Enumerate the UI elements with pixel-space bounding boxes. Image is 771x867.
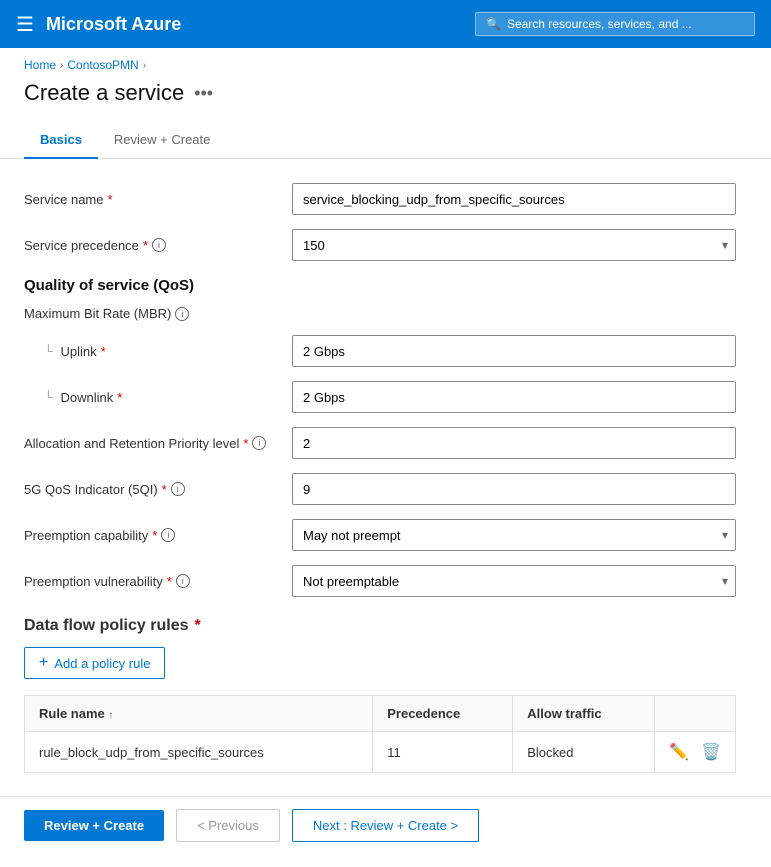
preemption-cap-select[interactable]: May not preempt (292, 519, 736, 551)
qos-section-header: Quality of service (QoS) (24, 277, 736, 294)
page-menu-icon[interactable]: ••• (194, 83, 213, 104)
preemption-cap-info-icon[interactable]: i (161, 528, 175, 542)
table-row: rule_block_udp_from_specific_sources 11 … (25, 732, 736, 773)
breadcrumb-parent[interactable]: ContosoPMN (67, 58, 138, 72)
arp-row: Allocation and Retention Priority level … (24, 427, 736, 459)
arp-label: Allocation and Retention Priority level … (24, 436, 284, 451)
add-policy-rule-button[interactable]: + Add a policy rule (24, 647, 165, 679)
breadcrumb-home[interactable]: Home (24, 58, 56, 72)
preemption-cap-label: Preemption capability * i (24, 528, 284, 543)
tab-review-create[interactable]: Review + Create (98, 122, 226, 159)
uplink-row: └ Uplink * (24, 335, 736, 367)
downlink-row: └ Downlink * (24, 381, 736, 413)
mbr-info-icon[interactable]: i (175, 307, 189, 321)
add-rule-label: Add a policy rule (54, 656, 150, 671)
main-content: Service name * Service precedence * i 15… (0, 159, 760, 797)
plus-icon: + (39, 654, 48, 672)
policy-rules-header: Data flow policy rules * (24, 617, 736, 635)
breadcrumb-sep2: › (143, 60, 146, 71)
arp-info-icon[interactable]: i (252, 436, 266, 450)
search-placeholder: Search resources, services, and ... (507, 17, 692, 31)
uplink-input[interactable] (292, 335, 736, 367)
review-create-button[interactable]: Review + Create (24, 810, 164, 841)
app-title: Microsoft Azure (46, 14, 181, 35)
precedence-cell: 11 (373, 732, 513, 773)
preemption-vuln-row: Preemption vulnerability * i Not preempt… (24, 565, 736, 597)
service-precedence-required: * (143, 238, 148, 253)
service-precedence-select[interactable]: 150 (292, 229, 736, 261)
preemption-cap-required: * (152, 528, 157, 543)
mbr-label-row: Maximum Bit Rate (MBR) i (24, 306, 736, 321)
col-rule-name: Rule name ↑ (25, 696, 373, 732)
downlink-label: └ Downlink * (24, 390, 284, 405)
page-title: Create a service (24, 80, 184, 106)
service-name-label: Service name * (24, 192, 284, 207)
qos-indicator-label: 5G QoS Indicator (5QI) * i (24, 482, 284, 497)
mbr-label: Maximum Bit Rate (MBR) i (24, 306, 284, 321)
rule-name-cell: rule_block_udp_from_specific_sources (25, 732, 373, 773)
delete-icon[interactable]: 🗑️ (701, 742, 721, 762)
hamburger-menu-icon[interactable]: ☰ (16, 12, 34, 37)
rules-table-header: Rule name ↑ Precedence Allow traffic (25, 696, 736, 732)
tab-bar: Basics Review + Create (0, 122, 771, 159)
service-name-required: * (107, 192, 112, 207)
downlink-input[interactable] (292, 381, 736, 413)
preemption-vuln-required: * (167, 574, 172, 589)
preemption-vuln-info-icon[interactable]: i (176, 574, 190, 588)
service-name-row: Service name * (24, 183, 736, 215)
search-bar[interactable]: 🔍 Search resources, services, and ... (475, 12, 755, 36)
col-actions (655, 696, 736, 732)
breadcrumb: Home › ContosoPMN › (0, 48, 771, 76)
action-icons: ✏️ 🗑️ (669, 742, 721, 762)
next-button[interactable]: Next : Review + Create > (292, 809, 479, 842)
page-header: Create a service ••• (0, 76, 771, 122)
rules-table-body: rule_block_udp_from_specific_sources 11 … (25, 732, 736, 773)
arp-input[interactable] (292, 427, 736, 459)
service-name-input[interactable] (292, 183, 736, 215)
preemption-vuln-label: Preemption vulnerability * i (24, 574, 284, 589)
preemption-vuln-select[interactable]: Not preemptable (292, 565, 736, 597)
service-precedence-info-icon[interactable]: i (152, 238, 166, 252)
sort-icon[interactable]: ↑ (108, 710, 113, 721)
uplink-required: * (101, 344, 106, 359)
preemption-cap-row: Preemption capability * i May not preemp… (24, 519, 736, 551)
service-precedence-select-wrapper: 150 ▾ (292, 229, 736, 261)
qos-indicator-info-icon[interactable]: i (171, 482, 185, 496)
rules-table: Rule name ↑ Precedence Allow traffic rul… (24, 695, 736, 773)
col-allow-traffic: Allow traffic (513, 696, 655, 732)
actions-cell: ✏️ 🗑️ (655, 732, 736, 773)
tab-basics[interactable]: Basics (24, 122, 98, 159)
col-precedence: Precedence (373, 696, 513, 732)
top-navigation-bar: ☰ Microsoft Azure 🔍 Search resources, se… (0, 0, 771, 48)
previous-button[interactable]: < Previous (176, 809, 280, 842)
policy-rules-required: * (194, 617, 200, 635)
arp-required: * (243, 436, 248, 451)
edit-icon[interactable]: ✏️ (669, 742, 689, 762)
downlink-required: * (117, 390, 122, 405)
qos-indicator-input[interactable] (292, 473, 736, 505)
footer: Review + Create < Previous Next : Review… (0, 796, 771, 854)
service-precedence-row: Service precedence * i 150 ▾ (24, 229, 736, 261)
search-icon: 🔍 (486, 17, 501, 31)
service-precedence-label: Service precedence * i (24, 238, 284, 253)
qos-indicator-required: * (162, 482, 167, 497)
preemption-cap-select-wrapper: May not preempt ▾ (292, 519, 736, 551)
preemption-vuln-select-wrapper: Not preemptable ▾ (292, 565, 736, 597)
uplink-label: └ Uplink * (24, 344, 284, 359)
breadcrumb-sep1: › (60, 60, 63, 71)
qos-indicator-row: 5G QoS Indicator (5QI) * i (24, 473, 736, 505)
allow-traffic-cell: Blocked (513, 732, 655, 773)
